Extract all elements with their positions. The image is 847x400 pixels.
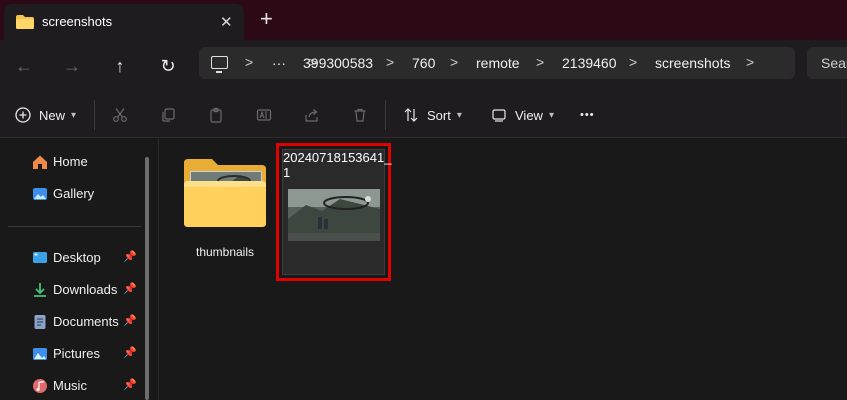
search-placeholder: Sear [821,55,847,71]
desktop-icon [33,252,47,263]
breadcrumb-separator[interactable]: > [245,54,253,70]
breadcrumb-item[interactable]: 399300583 [303,55,373,71]
sidebar-item-music[interactable]: Music 📌 [0,371,145,399]
new-label: New [39,107,66,123]
breadcrumb-separator[interactable]: > [450,54,458,70]
breadcrumb-item[interactable]: screenshots [655,55,730,71]
documents-icon [34,315,46,329]
sidebar-item-documents[interactable]: Documents 📌 [0,307,145,335]
gallery-icon [33,188,47,200]
address-bar[interactable]: > ··· > 399300583 > 760 > remote > 21394… [199,47,795,79]
computer-icon[interactable] [211,56,228,73]
copy-icon [162,108,175,122]
chevron-down-icon: ▾ [548,109,554,121]
file-name-line1: 20240718153641_ [283,150,392,165]
file-item-image[interactable]: 20240718153641_ 1 [282,149,392,275]
downloads-icon [34,283,46,297]
folder-name: thumbnails [195,245,255,259]
paste-button[interactable] [208,103,224,127]
tab-title: screenshots [42,14,113,29]
new-tab-button[interactable]: + [260,7,273,31]
breadcrumb-more[interactable]: ··· [272,55,286,71]
sort-label: Sort [427,107,451,123]
view-button[interactable]: View ▾ [491,103,554,127]
more-options-button[interactable]: ••• [580,103,595,127]
pin-icon[interactable]: 📌 [123,282,137,295]
trash-icon [354,108,366,122]
sidebar-divider [8,226,141,227]
sidebar-item-label: Music [53,378,87,393]
breadcrumb-separator[interactable]: > [746,54,754,70]
breadcrumb-separator[interactable]: > [629,54,637,70]
view-label: View [515,107,543,123]
address-row: ← → ↑ ↻ > ··· > 399300583 > 760 > remote… [0,40,847,92]
folder-item-thumbnails[interactable]: thumbnails [180,157,270,267]
sidebar-item-label: Desktop [53,250,101,265]
rename-icon [256,109,272,121]
close-icon[interactable]: ✕ [220,13,233,31]
breadcrumb-separator[interactable]: > [536,54,544,70]
search-input[interactable]: Sear [807,47,847,79]
sidebar-item-label: Home [53,154,88,169]
breadcrumb-item[interactable]: 760 [412,55,435,71]
share-button[interactable] [304,103,320,127]
pin-icon[interactable]: 📌 [123,250,137,263]
forward-arrow-icon[interactable]: → [58,52,86,80]
home-icon [33,155,47,169]
plus-circle-icon [15,107,31,123]
share-icon [305,109,318,122]
sidebar-item-label: Gallery [53,186,95,201]
command-bar: New ▾ Sort ▾ View ▾ ••• [0,92,847,138]
sidebar-item-gallery[interactable]: Gallery [0,179,145,207]
breadcrumb-item[interactable]: remote [476,55,520,71]
scissors-icon [113,108,127,122]
file-name-line2: 1 [283,165,291,180]
title-bar: screenshots ✕ + [0,0,847,40]
divider [385,100,386,130]
view-icon [492,109,506,122]
sidebar-item-label: Pictures [53,346,100,361]
sort-icon [404,108,418,122]
sidebar-item-label: Downloads [53,282,118,297]
pin-icon[interactable]: 📌 [123,378,137,391]
folder-icon [184,159,266,227]
clipboard-icon [210,107,222,123]
pin-icon[interactable]: 📌 [123,346,137,359]
music-icon [33,379,47,393]
sort-button[interactable]: Sort ▾ [403,103,462,127]
breadcrumb-separator[interactable]: > [386,54,394,70]
divider [94,100,95,130]
pin-icon[interactable]: 📌 [123,314,137,327]
sidebar-item-pictures[interactable]: Pictures 📌 [0,339,145,367]
pictures-icon [33,348,47,360]
back-arrow-icon[interactable]: ← [10,52,38,80]
rename-button[interactable] [256,103,272,127]
chevron-down-icon: ▾ [71,109,77,121]
image-thumbnail [288,189,380,241]
navigation-pane: Home Gallery Desktop 📌 Downloads 📌 Docum… [0,139,158,400]
folder-icon [16,15,34,29]
up-arrow-icon[interactable]: ↑ [106,52,134,80]
sidebar-item-downloads[interactable]: Downloads 📌 [0,275,145,303]
refresh-icon[interactable]: ↻ [154,52,182,80]
chevron-down-icon: ▾ [456,109,462,121]
sidebar-item-label: Documents [53,314,119,329]
copy-button[interactable] [160,103,176,127]
sidebar-item-home[interactable]: Home [0,147,145,175]
sidebar-scrollbar[interactable] [145,157,149,400]
cut-button[interactable] [112,103,128,127]
sidebar-item-desktop[interactable]: Desktop 📌 [0,243,145,271]
breadcrumb-item[interactable]: 2139460 [562,55,617,71]
tab-screenshots[interactable]: screenshots ✕ [4,4,244,40]
delete-button[interactable] [352,103,368,127]
new-button[interactable]: New ▾ [15,103,76,127]
